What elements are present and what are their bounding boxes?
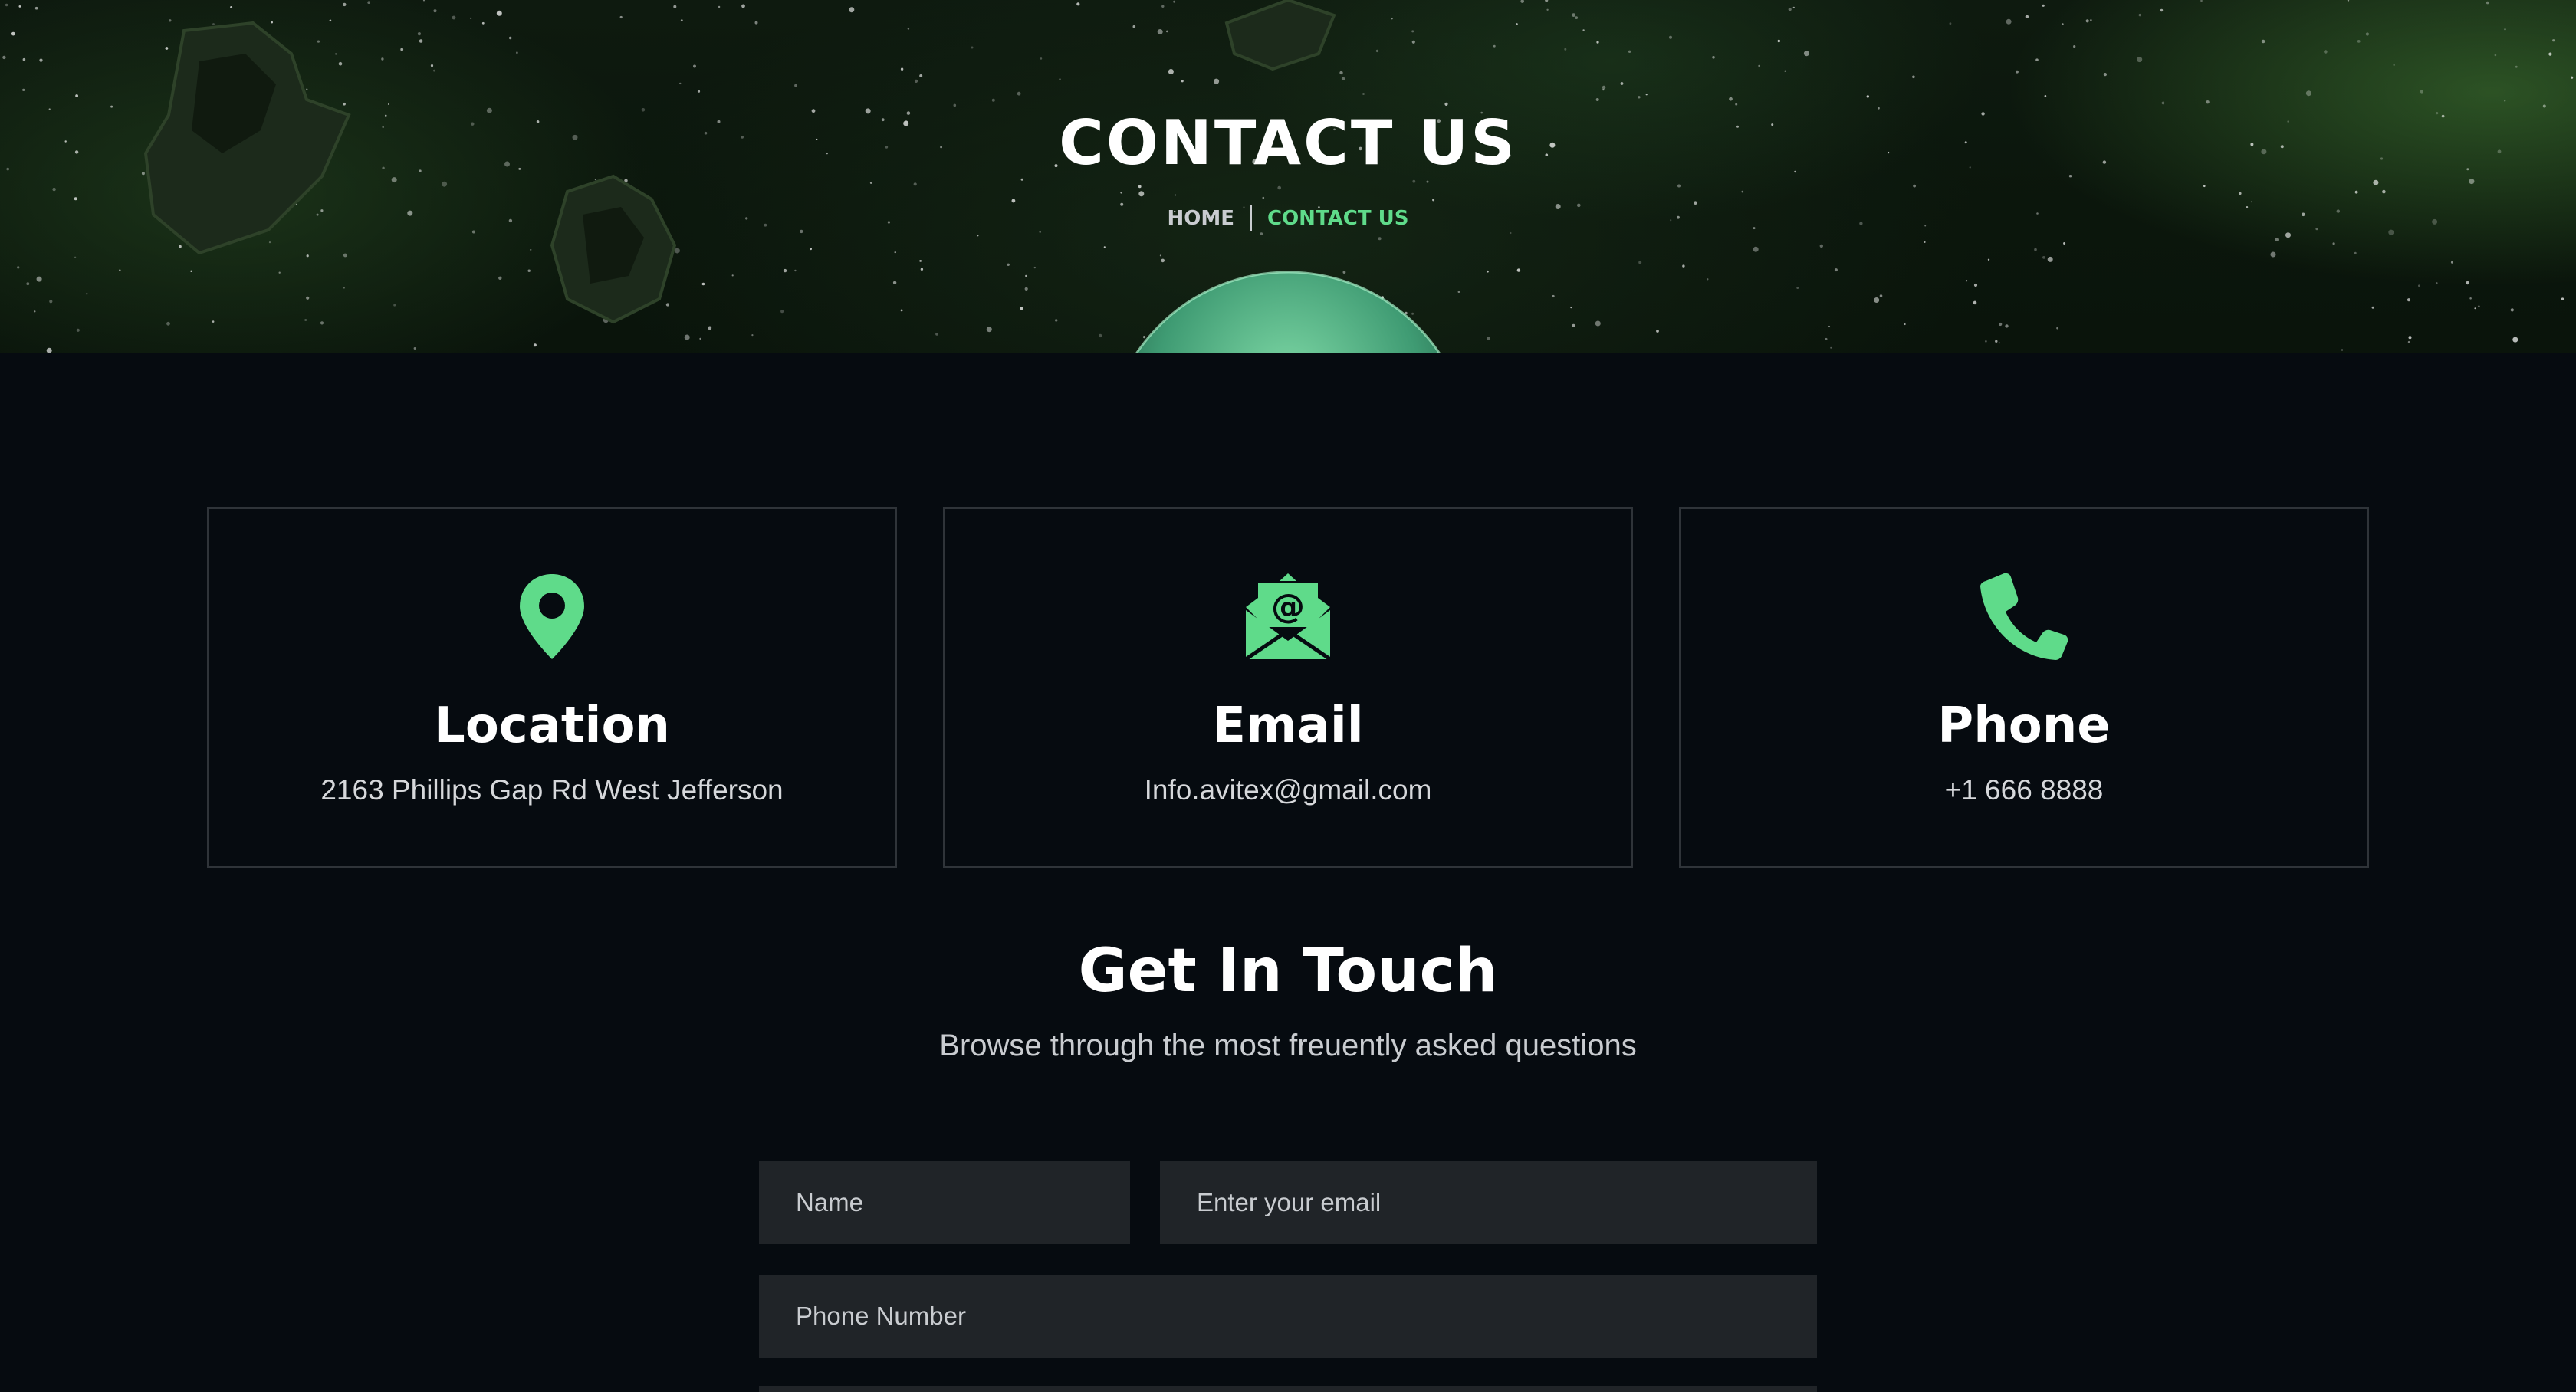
phone-icon xyxy=(1980,570,2068,662)
email-title: Email xyxy=(1212,698,1364,754)
contact-info-cards: Location 2163 Phillips Gap Rd West Jeffe… xyxy=(207,507,2369,868)
page-header-banner: CONTACT US HOME CONTACT US xyxy=(0,0,2576,353)
email-card: @ Email Info.avitex@gmail.com xyxy=(943,507,1633,868)
map-pin-icon xyxy=(518,570,586,662)
phone-text[interactable]: +1 666 8888 xyxy=(1945,774,2104,806)
phone-card: Phone +1 666 8888 xyxy=(1679,507,2369,868)
envelope-at-icon: @ xyxy=(1244,570,1332,662)
breadcrumb-separator xyxy=(1250,205,1252,231)
get-in-touch-subtitle: Browse through the most freuently asked … xyxy=(939,1029,1637,1062)
get-in-touch-heading: Get In Touch xyxy=(1078,937,1498,1006)
location-card: Location 2163 Phillips Gap Rd West Jeffe… xyxy=(207,507,897,868)
planet-decoration xyxy=(1137,272,1439,353)
breadcrumb: HOME CONTACT US xyxy=(0,205,2576,231)
svg-text:@: @ xyxy=(1271,587,1305,626)
page-title: CONTACT US xyxy=(1059,107,1517,179)
location-text: 2163 Phillips Gap Rd West Jefferson xyxy=(320,774,784,806)
phone-number-input[interactable] xyxy=(759,1275,1817,1358)
name-input[interactable] xyxy=(759,1161,1130,1244)
email-input[interactable] xyxy=(1160,1161,1817,1244)
phone-title: Phone xyxy=(1937,698,2111,754)
location-title: Location xyxy=(434,698,670,754)
message-field-partial[interactable] xyxy=(759,1386,1817,1392)
breadcrumb-home-link[interactable]: HOME xyxy=(1168,207,1235,230)
breadcrumb-current: CONTACT US xyxy=(1267,207,1409,230)
email-text[interactable]: Info.avitex@gmail.com xyxy=(1145,774,1432,806)
